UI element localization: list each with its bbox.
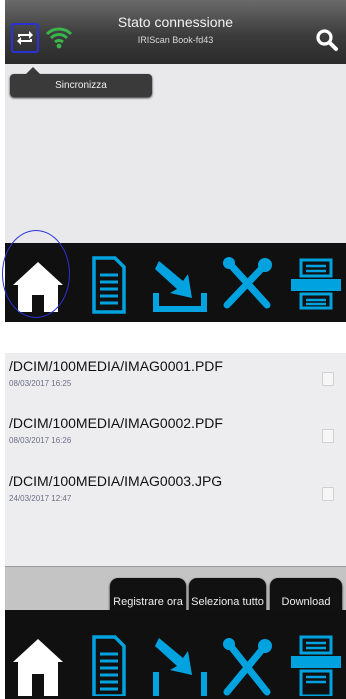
home-icon[interactable] [9, 634, 67, 696]
connection-status-title: Stato connessione [117, 14, 234, 30]
tools-icon[interactable] [221, 257, 273, 311]
file-list-screen: /DCIM/100MEDIA/IMAG0001.PDF 08/03/2017 1… [5, 353, 346, 611]
file-checkbox[interactable] [322, 429, 334, 443]
search-icon[interactable] [315, 28, 339, 52]
file-row[interactable]: /DCIM/100MEDIA/IMAG0002.PDF 08/03/2017 1… [5, 415, 346, 470]
home-highlight-ring [2, 230, 70, 318]
sync-tooltip: Sincronizza [10, 74, 152, 97]
file-date: 08/03/2017 16:26 [9, 436, 72, 445]
scanner-icon[interactable] [289, 634, 343, 696]
document-icon[interactable] [91, 255, 127, 315]
file-date: 24/03/2017 12:47 [9, 494, 72, 503]
top-bar: Stato connessione IRIScan Book-fd43 [5, 0, 346, 64]
tools-icon[interactable] [221, 634, 273, 696]
file-name: /DCIM/100MEDIA/IMAG0002.PDF [9, 415, 223, 431]
file-name: /DCIM/100MEDIA/IMAG0001.PDF [9, 358, 223, 374]
file-date: 08/03/2017 16:25 [9, 379, 72, 388]
file-checkbox[interactable] [322, 487, 334, 501]
document-icon[interactable] [91, 634, 127, 696]
scanner-icon[interactable] [289, 257, 343, 311]
file-row[interactable]: /DCIM/100MEDIA/IMAG0003.JPG 24/03/2017 1… [5, 473, 346, 528]
file-checkbox[interactable] [322, 372, 334, 386]
tooltip-arrow [26, 67, 40, 74]
bottom-nav-secondary [5, 610, 346, 699]
file-row[interactable]: /DCIM/100MEDIA/IMAG0001.PDF 08/03/2017 1… [5, 358, 346, 413]
device-name: IRIScan Book-fd43 [137, 35, 214, 45]
download-icon[interactable] [153, 257, 207, 313]
file-name: /DCIM/100MEDIA/IMAG0003.JPG [9, 473, 223, 489]
download-icon[interactable] [153, 634, 207, 696]
